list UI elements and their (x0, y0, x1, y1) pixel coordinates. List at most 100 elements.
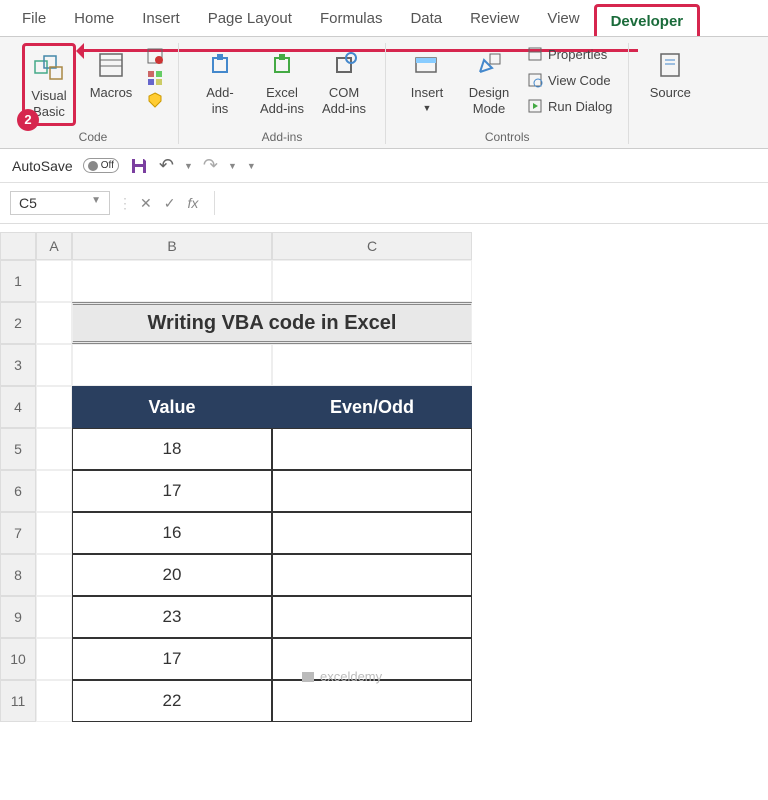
row-header[interactable]: 2 (0, 302, 36, 344)
tab-page-layout[interactable]: Page Layout (194, 4, 306, 36)
autosave-toggle[interactable]: Off (83, 158, 119, 173)
table-cell[interactable] (272, 512, 472, 554)
ribbon-group-controls: Insert ▼ Design Mode Properties View Cod… (386, 43, 629, 144)
record-macro-icon[interactable] (146, 47, 164, 65)
cell[interactable] (36, 638, 72, 680)
chevron-down-icon[interactable]: ▼ (184, 161, 193, 171)
group-label-code: Code (79, 126, 108, 144)
row-header[interactable]: 3 (0, 344, 36, 386)
visual-basic-icon (31, 50, 67, 86)
col-header[interactable]: B (72, 232, 272, 260)
tab-data[interactable]: Data (396, 4, 456, 36)
insert-button[interactable]: Insert ▼ (400, 43, 454, 117)
visual-basic-button[interactable]: Visual Basic 2 (22, 43, 76, 126)
ribbon-group-code: Visual Basic 2 Macros Code (8, 43, 179, 144)
run-dialog-icon (526, 97, 544, 115)
cell[interactable] (36, 512, 72, 554)
table-cell[interactable] (272, 470, 472, 512)
cell[interactable] (272, 344, 472, 386)
macros-icon (93, 47, 129, 83)
table-cell[interactable] (272, 428, 472, 470)
formula-bar-row: C5 ▼ ⋮ ✕ ✓ fx (0, 183, 768, 224)
tab-developer[interactable]: Developer (594, 4, 701, 36)
save-icon[interactable] (129, 156, 149, 176)
qat-dropdown-icon[interactable]: ▼ (247, 161, 256, 171)
source-button[interactable]: Source (643, 43, 697, 105)
name-box[interactable]: C5 ▼ (10, 191, 110, 215)
row-header[interactable]: 6 (0, 470, 36, 512)
row-header[interactable]: 5 (0, 428, 36, 470)
cell[interactable] (36, 428, 72, 470)
title-cell[interactable]: Writing VBA code in Excel (72, 302, 472, 344)
redo-icon[interactable]: ↷ (203, 155, 218, 176)
com-addins-icon (326, 47, 362, 83)
cancel-icon[interactable]: ✕ (140, 195, 152, 212)
cell[interactable] (36, 302, 72, 344)
table-cell[interactable]: 18 (72, 428, 272, 470)
row-header[interactable]: 4 (0, 386, 36, 428)
table-cell[interactable]: 22 (72, 680, 272, 722)
cell[interactable] (36, 596, 72, 638)
view-code-button[interactable]: View Code (524, 69, 614, 91)
tab-insert[interactable]: Insert (128, 4, 194, 36)
design-mode-button[interactable]: Design Mode (462, 43, 516, 120)
table-cell[interactable] (272, 596, 472, 638)
row-header[interactable]: 7 (0, 512, 36, 554)
cell[interactable] (36, 260, 72, 302)
table-cell[interactable]: 17 (72, 638, 272, 680)
cell[interactable] (36, 554, 72, 596)
source-icon (652, 47, 688, 83)
cell[interactable] (72, 260, 272, 302)
chevron-down-icon[interactable]: ▼ (228, 161, 237, 171)
source-label: Source (650, 85, 691, 101)
tab-formulas[interactable]: Formulas (306, 4, 397, 36)
cell[interactable] (272, 260, 472, 302)
cell[interactable] (36, 470, 72, 512)
formula-input[interactable] (214, 191, 758, 215)
row-header[interactable]: 11 (0, 680, 36, 722)
tab-file[interactable]: File (8, 4, 60, 36)
table-cell[interactable]: 17 (72, 470, 272, 512)
design-mode-icon (471, 47, 507, 83)
macros-label: Macros (90, 85, 133, 101)
row-header[interactable]: 8 (0, 554, 36, 596)
properties-button[interactable]: Properties (524, 43, 614, 65)
col-header[interactable]: A (36, 232, 72, 260)
table-cell[interactable]: 16 (72, 512, 272, 554)
table-cell[interactable]: 23 (72, 596, 272, 638)
table-cell[interactable]: 20 (72, 554, 272, 596)
macro-security-icon[interactable] (146, 91, 164, 109)
tab-view[interactable]: View (533, 4, 593, 36)
group-label-controls: Controls (485, 126, 530, 144)
row-header[interactable]: 1 (0, 260, 36, 302)
macros-button[interactable]: Macros (84, 43, 138, 105)
tab-review[interactable]: Review (456, 4, 533, 36)
col-header[interactable]: C (272, 232, 472, 260)
undo-icon[interactable]: ↶ (159, 155, 174, 176)
cell[interactable] (72, 344, 272, 386)
table-header[interactable]: Value (72, 386, 272, 428)
excel-addins-button[interactable]: Excel Add-ins (255, 43, 309, 120)
row-header[interactable]: 10 (0, 638, 36, 680)
ribbon-group-xml: Source (629, 43, 711, 144)
use-relative-icon[interactable] (146, 69, 164, 87)
table-header[interactable]: Even/Odd (272, 386, 472, 428)
fx-icon[interactable]: fx (187, 195, 198, 211)
cell[interactable] (36, 680, 72, 722)
run-dialog-button[interactable]: Run Dialog (524, 95, 614, 117)
com-addins-button[interactable]: COM Add-ins (317, 43, 371, 120)
select-all-corner[interactable] (0, 232, 36, 260)
annotation-badge-2: 2 (17, 109, 39, 131)
insert-label: Insert (411, 85, 444, 101)
cell[interactable] (36, 386, 72, 428)
properties-icon (526, 45, 544, 63)
cell[interactable] (36, 344, 72, 386)
row-header[interactable]: 9 (0, 596, 36, 638)
table-cell[interactable] (272, 554, 472, 596)
view-code-icon (526, 71, 544, 89)
enter-icon[interactable]: ✓ (164, 195, 176, 212)
design-mode-label: Design Mode (469, 85, 509, 116)
tab-home[interactable]: Home (60, 4, 128, 36)
addins-button[interactable]: Add- ins (193, 43, 247, 120)
table-cell[interactable] (272, 680, 472, 722)
